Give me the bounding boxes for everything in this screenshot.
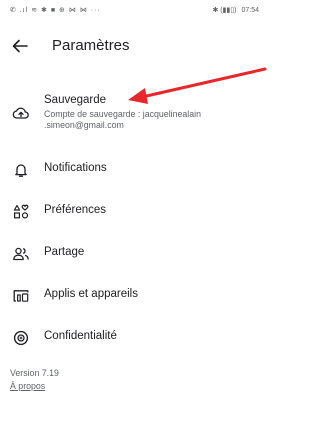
status-bar: ✆ .ıl ≋ ✱ ■ ⊕ ⋈ ⋈ ··· ✱ (▮▮▯) 07:54 xyxy=(0,0,269,20)
menu-item-privacy[interactable]: Confidentialité xyxy=(0,326,269,350)
menu-item-backup-label: Sauvegarde xyxy=(44,94,107,106)
app-version: Version 7.19 xyxy=(10,368,59,378)
menu-item-sharing[interactable]: Partage xyxy=(0,242,269,266)
status-icons: ✆ .ıl ≋ ✱ ■ ⊕ ⋈ ⋈ ··· xyxy=(10,7,101,14)
menu-item-preferences[interactable]: Préférences xyxy=(0,200,269,224)
menu-item-apps-devices[interactable]: Applis et appareils xyxy=(0,284,269,308)
people-icon xyxy=(12,245,30,263)
menu-item-notifications[interactable]: Notifications xyxy=(0,158,269,182)
back-arrow-icon[interactable] xyxy=(9,35,31,57)
app-bar: Paramètres xyxy=(0,26,269,66)
status-time: 07:54 xyxy=(241,7,259,14)
page-title: Paramètres xyxy=(52,37,130,54)
shapes-icon xyxy=(12,203,30,221)
cloud-upload-icon xyxy=(12,104,30,122)
battery-icon: (▮▮▯) xyxy=(220,7,237,14)
status-right: ✱ (▮▮▯) 07:54 xyxy=(212,6,259,14)
menu-item-backup[interactable]: Sauvegarde Compte de sauvegarde : jacque… xyxy=(0,92,269,140)
about-link[interactable]: À propos xyxy=(10,381,45,391)
devices-icon xyxy=(12,287,30,305)
menu-item-apps-devices-label: Applis et appareils xyxy=(44,288,138,300)
menu-item-sharing-label: Partage xyxy=(44,246,85,258)
menu-item-preferences-label: Préférences xyxy=(44,204,107,216)
menu-item-notifications-label: Notifications xyxy=(44,162,107,174)
menu-item-privacy-label: Confidentialité xyxy=(44,330,117,342)
bluetooth-icon: ✱ xyxy=(212,7,219,14)
privacy-badge-icon xyxy=(12,329,30,347)
menu-item-backup-subtitle: Compte de sauvegarde : jacquelinealain .… xyxy=(44,109,201,130)
bell-icon xyxy=(12,161,30,179)
